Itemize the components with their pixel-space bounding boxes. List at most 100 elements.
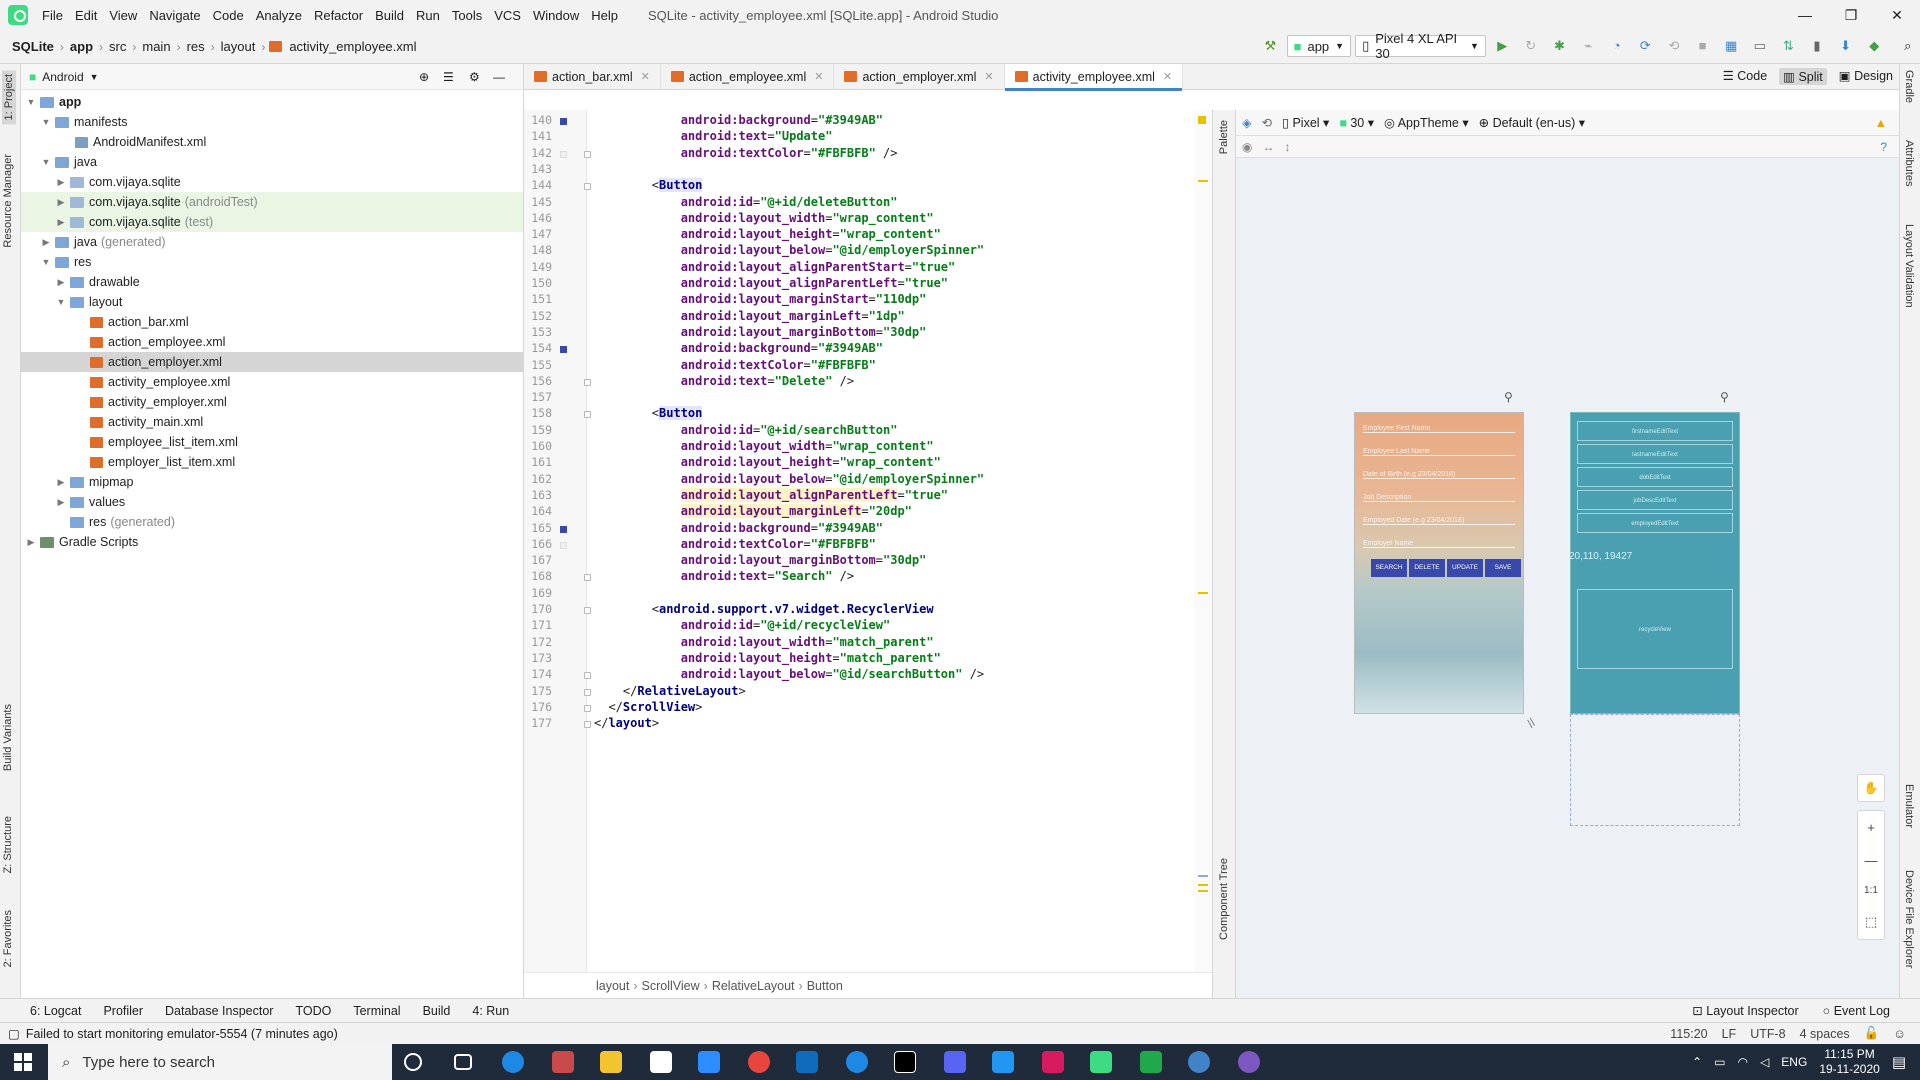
menu-navigate[interactable]: Navigate: [143, 8, 206, 23]
tool-window--logcat[interactable]: 6: Logcat: [30, 1004, 81, 1018]
scroll-marker[interactable]: [1198, 180, 1208, 182]
mode-split[interactable]: ▥ Split: [1779, 68, 1827, 85]
breadcrumb-item[interactable]: main: [140, 39, 172, 54]
caret-position[interactable]: 115:20: [1670, 1027, 1707, 1041]
clock[interactable]: 11:15 PM 19-11-2020: [1819, 1047, 1880, 1077]
vectr-icon[interactable]: [1042, 1051, 1064, 1073]
pin-icon[interactable]: ⚲: [1720, 390, 1729, 404]
breadcrumb-item[interactable]: res: [185, 39, 207, 54]
code-breadcrumb-item[interactable]: Button: [807, 979, 843, 993]
zoom-actual-button[interactable]: 1:1: [1864, 885, 1878, 896]
blueprint-preview[interactable]: firstnameEditText lastnameEditText dobEdit…: [1569, 412, 1740, 714]
menu-edit[interactable]: Edit: [69, 8, 103, 23]
run-config-select[interactable]: ■ app ▼: [1286, 35, 1352, 57]
tree-item[interactable]: action_employee.xml: [21, 332, 523, 352]
breadcrumb-item[interactable]: src: [107, 39, 128, 54]
mail-icon[interactable]: [992, 1051, 1014, 1073]
breadcrumb-item[interactable]: activity_employee.xml: [287, 39, 418, 54]
preview-button-delete[interactable]: DELETE: [1409, 559, 1445, 577]
chevron-right-icon[interactable]: ▶: [55, 217, 67, 228]
tree-item[interactable]: ▶ mipmap: [21, 472, 523, 492]
eye-icon[interactable]: ◉: [1242, 140, 1252, 154]
tree-item[interactable]: activity_employee.xml: [21, 372, 523, 392]
menu-window[interactable]: Window: [527, 8, 585, 23]
tree-item[interactable]: ▶ java (generated): [21, 232, 523, 252]
zoom-out-button[interactable]: —: [1865, 853, 1878, 868]
fold-marker-icon[interactable]: [584, 672, 591, 680]
avd-manager-icon[interactable]: ▭: [1752, 38, 1767, 54]
chevron-up-icon[interactable]: ⌃: [1692, 1055, 1702, 1069]
tool-window-build[interactable]: Build: [423, 1004, 451, 1018]
chevron-right-icon[interactable]: ▶: [55, 497, 67, 508]
pin-icon[interactable]: ⚲: [1504, 390, 1513, 404]
tree-item[interactable]: ▼ manifests: [21, 112, 523, 132]
tab-device-file-explorer[interactable]: Device File Explorer: [1903, 870, 1915, 968]
chevron-right-icon[interactable]: ▶: [25, 537, 37, 548]
gear-icon[interactable]: ⚙: [469, 70, 480, 84]
chevron-down-icon[interactable]: ▼: [55, 297, 67, 307]
tree-item[interactable]: ▶ com.vijaya.sqlite: [21, 172, 523, 192]
menu-run[interactable]: Run: [410, 8, 446, 23]
tree-item[interactable]: ▼ java: [21, 152, 523, 172]
fold-marker-icon[interactable]: [584, 721, 591, 729]
collapse-all-icon[interactable]: ☰: [443, 70, 454, 84]
tree-item[interactable]: ▶ Gradle Scripts: [21, 532, 523, 552]
menu-analyze[interactable]: Analyze: [250, 8, 308, 23]
close-tab-icon[interactable]: ✕: [814, 70, 823, 83]
mx-icon[interactable]: [894, 1051, 916, 1073]
tab-emulator[interactable]: Emulator: [1903, 784, 1915, 828]
emulator-icon[interactable]: [1238, 1051, 1260, 1073]
tree-item[interactable]: ▶ com.vijaya.sqlite (androidTest): [21, 192, 523, 212]
tree-item[interactable]: employee_list_item.xml: [21, 432, 523, 452]
cortana-icon[interactable]: [404, 1053, 422, 1071]
vertical-resize-icon[interactable]: ↕: [1284, 140, 1290, 154]
fold-marker-icon[interactable]: [584, 411, 591, 419]
zoom-in-button[interactable]: +: [1867, 820, 1875, 835]
tree-item[interactable]: ▼ app: [21, 92, 523, 112]
store-icon[interactable]: [650, 1051, 672, 1073]
menu-tools[interactable]: Tools: [446, 8, 488, 23]
scroll-marker[interactable]: [1198, 875, 1208, 877]
tool-window-database-inspector[interactable]: Database Inspector: [165, 1004, 273, 1018]
task-view-icon[interactable]: [454, 1054, 472, 1070]
tree-item[interactable]: activity_main.xml: [21, 412, 523, 432]
mode-design[interactable]: ▣ Design: [1839, 68, 1893, 85]
menu-build[interactable]: Build: [369, 8, 410, 23]
device-select[interactable]: ▯ Pixel 4 XL API 30 ▼: [1355, 31, 1486, 61]
tree-item[interactable]: action_employer.xml: [21, 352, 523, 372]
event-log-button[interactable]: ○ Event Log: [1823, 1004, 1890, 1018]
horizontal-resize-icon[interactable]: ↔: [1262, 140, 1274, 154]
scroll-marker[interactable]: [1198, 592, 1208, 594]
profile-icon[interactable]: ◔: [1609, 38, 1624, 54]
chevron-right-icon[interactable]: ▶: [55, 277, 67, 288]
tree-item[interactable]: ▼ layout: [21, 292, 523, 312]
color-swatch-light-icon[interactable]: [560, 150, 567, 158]
tab-resource-manager[interactable]: Resource Manager: [2, 154, 14, 248]
chevron-down-icon[interactable]: ▼: [40, 257, 52, 267]
tool-window-terminal[interactable]: Terminal: [353, 1004, 400, 1018]
chevron-right-icon[interactable]: ▶: [55, 177, 67, 188]
zoom-app-icon[interactable]: [698, 1051, 720, 1073]
tree-item[interactable]: employer_list_item.xml: [21, 452, 523, 472]
tree-item[interactable]: res (generated): [21, 512, 523, 532]
scroll-marker[interactable]: [1198, 884, 1208, 886]
preview-button-update[interactable]: UPDATE: [1447, 559, 1483, 577]
help-icon[interactable]: ?: [1880, 140, 1887, 154]
orientation-icon[interactable]: ⟲: [1262, 115, 1272, 130]
run-icon[interactable]: ▶: [1495, 38, 1510, 54]
debug-icon[interactable]: ✱: [1552, 38, 1567, 54]
rerun-icon[interactable]: ↻: [1524, 38, 1539, 54]
code-breadcrumb-item[interactable]: layout: [596, 979, 629, 993]
tab-action-bar[interactable]: action_bar.xml ✕: [524, 63, 661, 90]
status-message[interactable]: Failed to start monitoring emulator-5554…: [26, 1027, 338, 1041]
assistant-icon[interactable]: ◆: [1867, 38, 1882, 54]
preview-button-save[interactable]: SAVE: [1485, 559, 1521, 577]
outlook-icon[interactable]: [796, 1051, 818, 1073]
fold-marker-icon[interactable]: [584, 183, 591, 191]
messenger-icon[interactable]: [846, 1051, 868, 1073]
project-structure-icon[interactable]: ▦: [1724, 38, 1739, 54]
chevron-right-icon[interactable]: ▶: [40, 237, 52, 248]
android-studio-taskbar-icon[interactable]: [1090, 1051, 1112, 1073]
locale-select[interactable]: ⊕ Default (en-us) ▾: [1479, 115, 1585, 130]
ide-icon[interactable]: [1188, 1051, 1210, 1073]
